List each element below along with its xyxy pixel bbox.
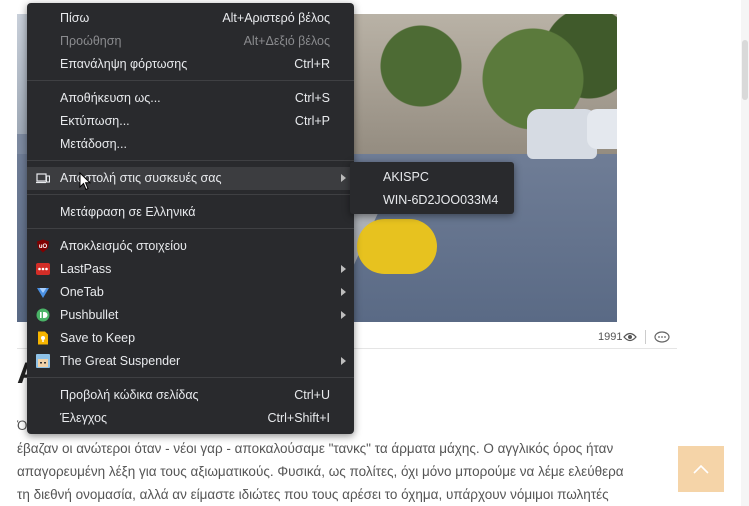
mouse-cursor-icon: [79, 172, 91, 191]
article-line: απαγορευμένη λέξη για τους αξιωματικούς.…: [17, 464, 624, 479]
menu-item-reload[interactable]: Επανάληψη φόρτωσης Ctrl+R: [27, 53, 354, 76]
onetab-icon: [37, 288, 49, 298]
menu-item-shortcut: Alt+Δεξιό βέλος: [243, 34, 330, 48]
menu-item-pushbullet[interactable]: Pushbullet: [27, 304, 354, 327]
menu-item-label: Μετάδοση...: [60, 137, 127, 151]
menu-divider: [27, 194, 354, 195]
pushbullet-icon: [36, 308, 50, 322]
menu-item-label: LastPass: [60, 262, 112, 276]
lastpass-icon: [36, 263, 50, 275]
submenu-arrow-icon: [341, 357, 346, 365]
menu-item-lastpass[interactable]: LastPass: [27, 258, 354, 281]
menu-item-shortcut: Ctrl+R: [294, 57, 330, 71]
menu-item-save-as[interactable]: Αποθήκευση ως... Ctrl+S: [27, 87, 354, 110]
menu-item-shortcut: Ctrl+U: [294, 388, 330, 402]
menu-item-label: Pushbullet: [60, 308, 119, 322]
great-suspender-icon: [36, 354, 50, 368]
submenu-arrow-icon: [341, 265, 346, 273]
keep-icon: [38, 331, 48, 345]
menu-item-shortcut: Alt+Αριστερό βέλος: [222, 11, 330, 25]
menu-item-label: Αποθήκευση ως...: [60, 91, 161, 105]
menu-item-shortcut: Ctrl+S: [294, 91, 330, 105]
devices-submenu: AKISPC WIN-6D2JOO033M4: [350, 162, 514, 214]
article-line: τη διεθνή ονομασία, αλλά αν είμαστε ιδιώ…: [17, 487, 609, 502]
menu-item-label: Μετάφραση σε Ελληνικά: [60, 205, 196, 219]
menu-item-great-suspender[interactable]: The Great Suspender: [27, 350, 354, 373]
menu-item-shortcut: Ctrl+P: [294, 114, 330, 128]
menu-item-shortcut: Ctrl+Shift+I: [267, 411, 330, 425]
svg-text:uO: uO: [39, 244, 48, 250]
menu-item-label: Αποκλεισμός στοιχείου: [60, 239, 187, 253]
menu-item-label: OneTab: [60, 285, 104, 299]
menu-item-forward[interactable]: Προώθηση Alt+Δεξιό βέλος: [27, 30, 354, 53]
submenu-arrow-icon: [341, 288, 346, 296]
submenu-arrow-icon: [341, 174, 346, 182]
device-item[interactable]: WIN-6D2JOO033M4: [350, 189, 514, 212]
menu-divider: [27, 228, 354, 229]
scrollbar-thumb[interactable]: [742, 40, 748, 100]
view-count: 1991: [598, 331, 623, 343]
page-scrollbar[interactable]: [741, 0, 749, 506]
menu-item-translate[interactable]: Μετάφραση σε Ελληνικά: [27, 201, 354, 224]
scroll-to-top-button[interactable]: [678, 446, 724, 492]
ublock-icon: uO: [37, 239, 49, 253]
context-menu: Πίσω Alt+Αριστερό βέλος Προώθηση Alt+Δεξ…: [27, 3, 354, 434]
meta-separator: [645, 330, 646, 344]
menu-item-label: The Great Suspender: [60, 354, 181, 368]
menu-item-label: Προώθηση: [60, 34, 122, 48]
menu-divider: [27, 377, 354, 378]
device-name: AKISPC: [383, 170, 429, 184]
submenu-arrow-icon: [341, 311, 346, 319]
menu-item-cast[interactable]: Μετάδοση...: [27, 133, 354, 156]
menu-item-onetab[interactable]: OneTab: [27, 281, 354, 304]
menu-divider: [27, 160, 354, 161]
menu-item-label: Εκτύπωση...: [60, 114, 130, 128]
menu-item-view-source[interactable]: Προβολή κώδικα σελίδας Ctrl+U: [27, 384, 354, 407]
menu-item-save-to-keep[interactable]: Save to Keep: [27, 327, 354, 350]
device-name: WIN-6D2JOO033M4: [383, 193, 499, 207]
chevron-up-icon: [693, 465, 709, 474]
menu-item-print[interactable]: Εκτύπωση... Ctrl+P: [27, 110, 354, 133]
menu-item-label: Προβολή κώδικα σελίδας: [60, 388, 199, 402]
menu-item-label: Επανάληψη φόρτωσης: [60, 57, 188, 71]
menu-item-back[interactable]: Πίσω Alt+Αριστερό βέλος: [27, 7, 354, 30]
menu-item-send-to-devices[interactable]: Αποστολή στις συσκευές σας: [27, 167, 354, 190]
article-line: έβαζαν οι ανώτεροι όταν - νέοι γαρ - απο…: [17, 441, 614, 456]
menu-item-label: Έλεγχος: [60, 411, 108, 425]
devices-icon: [36, 173, 50, 184]
menu-item-label: Πίσω: [60, 11, 90, 25]
menu-divider: [27, 80, 354, 81]
device-item[interactable]: AKISPC: [350, 166, 514, 189]
menu-item-label: Save to Keep: [60, 331, 136, 345]
menu-item-inspect[interactable]: Έλεγχος Ctrl+Shift+I: [27, 407, 354, 430]
comment-icon[interactable]: [654, 331, 670, 343]
menu-item-ublock[interactable]: uO Αποκλεισμός στοιχείου: [27, 235, 354, 258]
eye-icon: [623, 332, 637, 342]
